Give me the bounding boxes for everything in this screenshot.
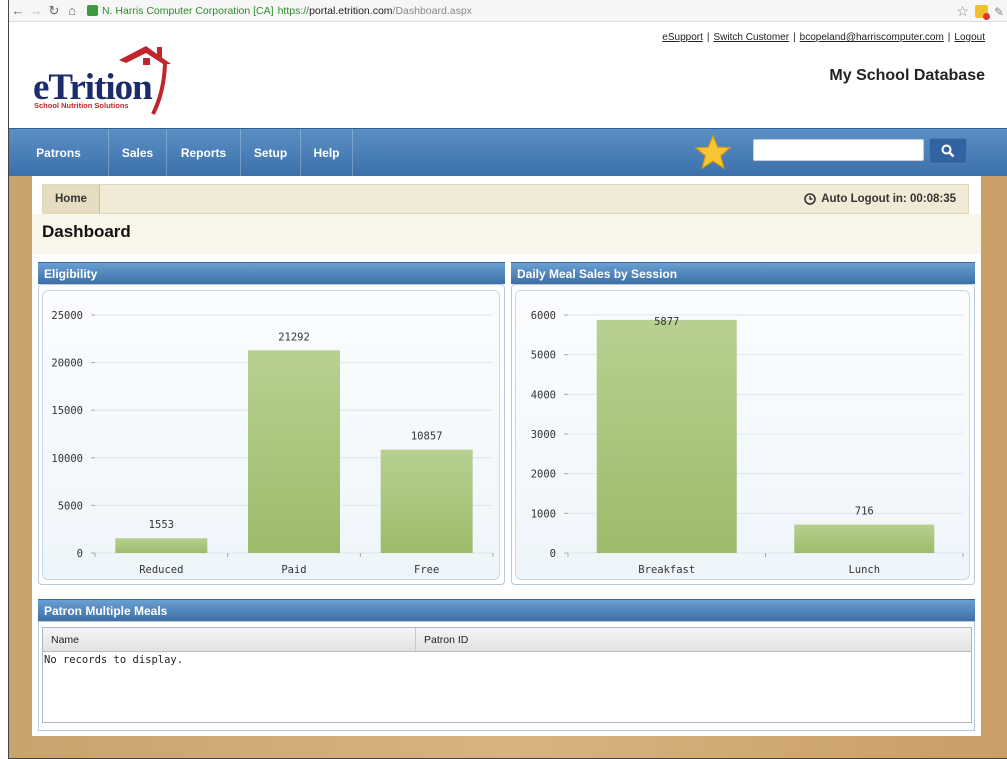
- logo-tagline: School Nutrition Solutions: [34, 101, 129, 110]
- nav-item-sales[interactable]: Sales: [109, 129, 167, 177]
- eligibility-chart: 0 5000 10000 15000 20000 25000 1553 Reduced 2129…: [51, 310, 494, 576]
- data-label: 10857: [411, 431, 443, 443]
- y-tick-label: 25000: [51, 310, 83, 322]
- separator: |: [706, 32, 710, 43]
- x-tick-label: Breakfast: [638, 564, 695, 576]
- nav-item-reports[interactable]: Reports: [167, 129, 241, 177]
- main-nav: Patrons Sales Reports Setup Help: [9, 128, 1007, 177]
- breadcrumb: Home Auto Logout in: 00:08:35: [42, 184, 969, 214]
- y-tick-label: 6000: [531, 310, 556, 322]
- patron-multiple-meals-title: Patron Multiple Meals: [38, 599, 975, 621]
- y-tick-label: 4000: [531, 389, 556, 401]
- top-links: eSupport | Switch Customer | bcopeland@harri…: [662, 32, 985, 43]
- y-tick-label: 10000: [51, 453, 83, 465]
- daily-meal-sales-panel-title: Daily Meal Sales by Session: [511, 262, 975, 284]
- column-header-name[interactable]: Name: [43, 628, 416, 651]
- search-input[interactable]: [753, 139, 924, 161]
- data-label: 716: [855, 506, 874, 518]
- separator: |: [793, 32, 796, 43]
- user-email-link[interactable]: bcopeland@harriscomputer.com: [800, 32, 944, 43]
- forward-icon[interactable]: →: [27, 3, 45, 18]
- dashboard-content: Home Auto Logout in: 00:08:35 Dashboard …: [32, 176, 981, 736]
- eligibility-bar-free: [380, 449, 473, 553]
- nav-item-patrons[interactable]: Patrons: [9, 129, 109, 177]
- browser-toolbar: ← → ↻ ⌂ N. Harris Computer Corporation […: [9, 0, 1007, 22]
- data-label: 5877: [654, 316, 679, 328]
- extension-icon[interactable]: [974, 5, 990, 20]
- y-tick-label: 5000: [58, 500, 83, 512]
- nav-item-help[interactable]: Help: [301, 129, 353, 177]
- url-path: /Dashboard.aspx: [392, 4, 472, 17]
- auto-logout-label: Auto Logout in: 00:08:35: [821, 193, 956, 205]
- separator: |: [947, 32, 951, 43]
- extension-pen-icon[interactable]: ✎: [994, 5, 1004, 19]
- page-title: Dashboard: [42, 222, 131, 241]
- patron-multiple-meals-table: Name Patron ID No records to display.: [42, 627, 972, 723]
- ev-certificate-label: N. Harris Computer Corporation [CA]: [102, 4, 274, 17]
- esupport-link[interactable]: eSupport: [662, 32, 703, 43]
- table-header: Name Patron ID: [43, 628, 971, 652]
- back-icon[interactable]: ←: [9, 3, 27, 18]
- daily-meal-sales-chart: 0 1000 2000 3000 4000 5000 6000 5877 Breakfast 71…: [531, 310, 964, 576]
- y-tick-label: 1000: [531, 508, 556, 520]
- eligibility-bar-paid: [248, 350, 340, 553]
- star-icon[interactable]: [694, 133, 732, 171]
- breadcrumb-home[interactable]: Home: [43, 185, 100, 213]
- eligibility-plot-area: 0 5000 10000 15000 20000 25000 1553 Reduced 2129…: [42, 290, 500, 580]
- title-band: [32, 214, 981, 254]
- y-tick-label: 2000: [531, 469, 556, 481]
- y-tick-label: 5000: [531, 350, 556, 362]
- y-tick-label: 0: [550, 548, 556, 560]
- search-button[interactable]: [929, 138, 967, 164]
- daily-sales-bar-lunch: [794, 524, 935, 553]
- reload-icon[interactable]: ↻: [45, 3, 63, 19]
- address-bar[interactable]: N. Harris Computer Corporation [CA] http…: [87, 5, 472, 17]
- data-label: 21292: [278, 331, 310, 343]
- auto-logout-timer: Auto Logout in: 00:08:35: [804, 185, 956, 213]
- x-tick-label: Free: [414, 564, 439, 576]
- empty-table-message: No records to display.: [44, 654, 184, 666]
- daily-meal-sales-plot-area: 0 1000 2000 3000 4000 5000 6000 5877 Breakfast 71…: [515, 290, 970, 580]
- url-scheme: https://: [277, 4, 310, 17]
- search-icon: [941, 144, 955, 158]
- clock-icon: [804, 193, 816, 205]
- x-tick-label: Reduced: [139, 564, 183, 576]
- x-tick-label: Paid: [281, 564, 306, 576]
- home-icon[interactable]: ⌂: [63, 3, 81, 18]
- etrition-logo[interactable]: eTrition School Nutrition Solutions: [33, 42, 183, 116]
- y-tick-label: 15000: [51, 405, 83, 417]
- bookmark-star-icon[interactable]: ☆: [956, 3, 969, 20]
- eligibility-panel: 0 5000 10000 15000 20000 25000 1553 Reduced 2129…: [38, 284, 505, 585]
- logout-link[interactable]: Logout: [954, 32, 985, 43]
- x-tick-label: Lunch: [848, 564, 880, 576]
- lock-icon: [87, 5, 98, 16]
- daily-meal-sales-panel: 0 1000 2000 3000 4000 5000 6000 5877 Breakfast 71…: [511, 284, 975, 585]
- y-tick-label: 20000: [51, 358, 83, 370]
- browser-extensions: ☆ ✎: [956, 3, 1004, 20]
- data-label: 1553: [149, 519, 174, 531]
- browser-window: ← → ↻ ⌂ N. Harris Computer Corporation […: [8, 0, 1007, 759]
- nav-item-setup[interactable]: Setup: [241, 129, 301, 177]
- switch-customer-link[interactable]: Switch Customer: [713, 32, 789, 43]
- daily-sales-bar-breakfast: [596, 319, 737, 553]
- url-host: portal.etrition.com: [309, 4, 393, 17]
- y-tick-label: 0: [77, 548, 83, 560]
- y-tick-label: 3000: [531, 429, 556, 441]
- column-header-patron-id[interactable]: Patron ID: [416, 628, 971, 651]
- eligibility-panel-title: Eligibility: [38, 262, 505, 284]
- eligibility-bar-reduced: [115, 538, 208, 553]
- database-title: My School Database: [829, 67, 985, 84]
